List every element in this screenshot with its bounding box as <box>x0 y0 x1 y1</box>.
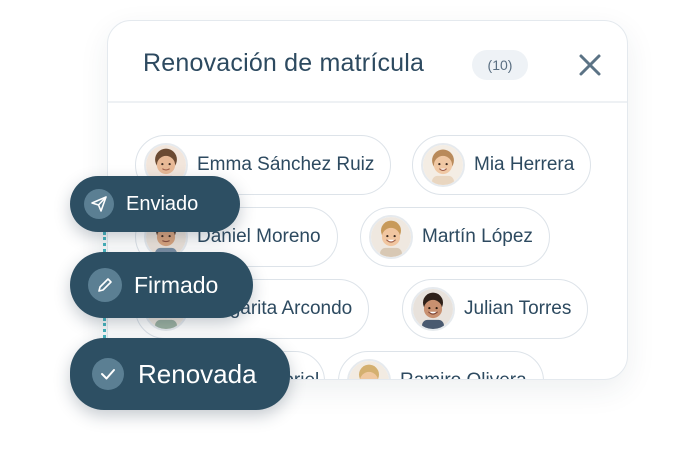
student-name: Mia Herrera <box>474 154 575 175</box>
student-chip[interactable]: Julian Torres <box>402 279 589 339</box>
panel-title: Renovación de matrícula <box>143 49 425 77</box>
student-name: Julian Torres <box>464 298 572 319</box>
count-badge: (10) <box>472 50 528 80</box>
send-icon <box>84 189 114 219</box>
timeline-connector <box>103 232 106 252</box>
timeline-connector <box>103 318 106 338</box>
student-name: Ramiro Olivera <box>400 370 527 379</box>
student-name: Emma Sánchez Ruiz <box>197 154 375 175</box>
pen-icon <box>88 268 122 302</box>
status-renewed: Renovada <box>70 338 290 410</box>
student-name: Martín López <box>422 226 533 247</box>
avatar <box>369 215 413 259</box>
close-button[interactable] <box>576 51 604 79</box>
student-chip[interactable]: Ramiro Olivera <box>338 351 544 379</box>
status-label: Enviado <box>126 192 199 215</box>
status-label: Renovada <box>138 358 257 389</box>
avatar <box>347 359 391 379</box>
close-icon <box>579 54 601 76</box>
student-chip[interactable]: Martín López <box>360 207 550 267</box>
status-signed: Firmado <box>70 252 253 318</box>
status-sent: Enviado <box>70 176 240 232</box>
student-chip[interactable]: Mia Herrera <box>412 135 592 195</box>
avatar <box>411 287 455 331</box>
status-label: Firmado <box>134 271 219 298</box>
panel-header: Renovación de matrícula (10) <box>108 21 627 103</box>
avatar <box>421 143 465 187</box>
check-icon <box>92 358 124 390</box>
